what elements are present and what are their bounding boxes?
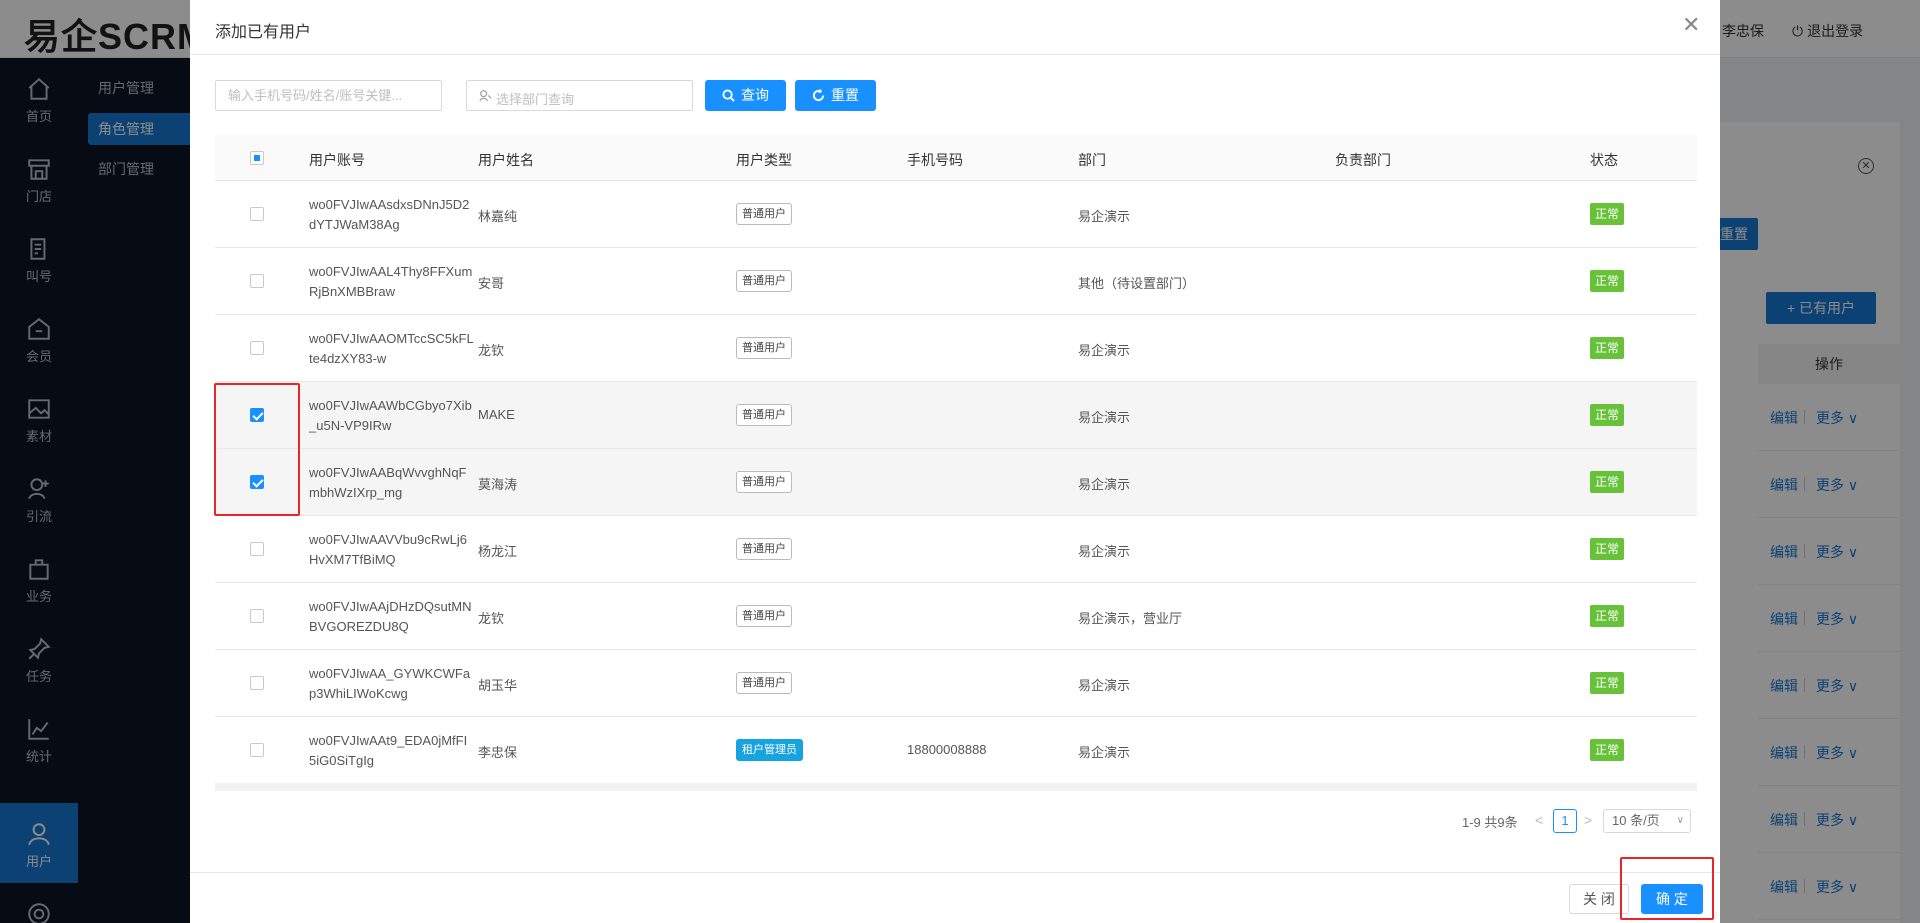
cell-department: 易企演示 xyxy=(1078,343,1131,358)
cell-name: 龙钦 xyxy=(478,343,505,358)
table-row[interactable]: wo0FVJIwAAL4Thy8FFXumRjBnXMBBraw 安哥 普通用户 其他… xyxy=(215,248,1697,315)
cell-department: 易企演示 xyxy=(1078,410,1131,425)
status-badge: 正常 xyxy=(1590,203,1625,225)
horizontal-scrollbar[interactable] xyxy=(215,783,1697,791)
status-badge: 正常 xyxy=(1590,739,1625,761)
page-size-value: 10 条/页 xyxy=(1612,813,1660,828)
cell-account: wo0FVJIwAAVVbu9cRwLj6HvXM7TfBiMQ xyxy=(309,532,467,567)
dialog-title: 添加已有用户 xyxy=(215,24,312,41)
pagination-next-button[interactable]: > xyxy=(1584,812,1592,828)
cell-department: 其他（待设置部门） xyxy=(1078,276,1196,291)
department-select-placeholder: 选择部门查询 xyxy=(496,92,575,107)
status-badge: 正常 xyxy=(1590,404,1625,426)
cell-account: wo0FVJIwAAL4Thy8FFXumRjBnXMBBraw xyxy=(309,264,473,299)
highlight-selected-checkboxes xyxy=(214,383,300,516)
column-header-phone: 手机号码 xyxy=(907,152,963,168)
cell-department: 易企演示 xyxy=(1078,745,1131,760)
table-row[interactable]: wo0FVJIwAA_GYWKCWFap3WhiLIWoKcwg 胡玉华 普通用户 易… xyxy=(215,650,1697,717)
user-type-tag: 普通用户 xyxy=(736,404,792,426)
cell-account: wo0FVJIwAAWbCGbyo7Xib_u5N-VP9IRw xyxy=(309,398,472,433)
cell-name: MAKE xyxy=(478,407,515,422)
pagination-page-1[interactable]: 1 xyxy=(1553,809,1577,833)
row-checkbox[interactable] xyxy=(250,341,264,355)
user-type-tag: 普通用户 xyxy=(736,605,792,627)
dialog-footer: 关 闭 确 定 xyxy=(190,872,1720,923)
cell-department: 易企演示 xyxy=(1078,209,1131,224)
add-existing-user-dialog: 添加已有用户 ✕ 选择部门查询 查询 重置 用户账号 用户姓名 用户类型 手机号… xyxy=(190,0,1720,923)
search-icon xyxy=(722,89,735,102)
column-header-department: 部门 xyxy=(1078,152,1106,168)
column-header-owned-department: 负责部门 xyxy=(1335,152,1391,168)
status-badge: 正常 xyxy=(1590,605,1625,627)
column-header-type: 用户类型 xyxy=(736,152,792,168)
table-row[interactable]: wo0FVJIwAAjDHzDQsutMNBVGOREZDU8Q 龙钦 普通用户 易企… xyxy=(215,583,1697,650)
column-header-status: 状态 xyxy=(1590,152,1618,168)
chevron-down-icon: ∨ xyxy=(1676,815,1684,826)
cell-department: 易企演示 xyxy=(1078,678,1131,693)
table-row[interactable]: wo0FVJIwAAt9_EDA0jMfFI5iG0SiTgIg 李忠保 租户管理员… xyxy=(215,717,1697,783)
status-badge: 正常 xyxy=(1590,471,1625,493)
user-type-tag: 普通用户 xyxy=(736,270,792,292)
cell-phone: 18800008888 xyxy=(907,742,987,757)
cell-name: 胡玉华 xyxy=(478,678,518,693)
user-table: 用户账号 用户姓名 用户类型 手机号码 部门 负责部门 状态 wo0FVJIwA… xyxy=(215,135,1697,783)
column-header-account: 用户账号 xyxy=(309,152,365,168)
cell-name: 杨龙江 xyxy=(478,544,518,559)
user-type-tag: 普通用户 xyxy=(736,672,792,694)
table-row[interactable]: wo0FVJIwAAOMTccSC5kFLte4dzXY83-w 龙钦 普通用户 易企… xyxy=(215,315,1697,382)
dialog-header: 添加已有用户 ✕ xyxy=(190,0,1720,55)
cell-name: 李忠保 xyxy=(478,745,518,760)
status-badge: 正常 xyxy=(1590,270,1625,292)
user-type-tag: 普通用户 xyxy=(736,538,792,560)
row-checkbox[interactable] xyxy=(250,542,264,556)
row-checkbox[interactable] xyxy=(250,676,264,690)
cell-name: 莫海涛 xyxy=(478,477,518,492)
row-checkbox[interactable] xyxy=(250,609,264,623)
department-icon xyxy=(479,90,492,102)
row-checkbox[interactable] xyxy=(250,743,264,757)
query-label: 查询 xyxy=(741,87,769,103)
row-checkbox[interactable] xyxy=(250,274,264,288)
status-badge: 正常 xyxy=(1590,337,1625,359)
query-button[interactable]: 查询 xyxy=(705,80,786,111)
cell-account: wo0FVJIwAA_GYWKCWFap3WhiLIWoKcwg xyxy=(309,666,471,701)
page-size-select[interactable]: 10 条/页 ∨ xyxy=(1603,809,1691,833)
table-row[interactable]: wo0FVJIwAAWbCGbyo7Xib_u5N-VP9IRw MAKE 普通用户… xyxy=(215,382,1697,449)
pagination-total: 1-9 共9条 xyxy=(1462,815,1518,830)
row-checkbox[interactable] xyxy=(250,207,264,221)
user-type-tag: 普通用户 xyxy=(736,337,792,359)
cell-department: 易企演示，营业厅 xyxy=(1078,611,1183,626)
reset-label: 重置 xyxy=(831,87,859,103)
table-row[interactable]: wo0FVJIwAAsdxsDNnJ5D2dYTJWaM38Ag 林嘉纯 普通用户 易… xyxy=(215,181,1697,248)
column-header-name: 用户姓名 xyxy=(478,152,534,168)
cell-account: wo0FVJIwAAjDHzDQsutMNBVGOREZDU8Q xyxy=(309,599,472,634)
user-type-tag: 租户管理员 xyxy=(736,739,803,761)
cell-name: 龙钦 xyxy=(478,611,505,626)
highlight-confirm-button xyxy=(1620,857,1714,920)
cell-account: wo0FVJIwAAsdxsDNnJ5D2dYTJWaM38Ag xyxy=(309,197,470,232)
close-icon[interactable]: ✕ xyxy=(1682,14,1700,36)
cell-department: 易企演示 xyxy=(1078,544,1131,559)
cell-name: 林嘉纯 xyxy=(478,209,518,224)
cell-account: wo0FVJIwAABqWvvghNqFmbhWzIXrp_mg xyxy=(309,465,467,500)
select-all-checkbox[interactable] xyxy=(250,151,264,165)
refresh-icon xyxy=(812,89,825,102)
table-row[interactable]: wo0FVJIwAAVVbu9cRwLj6HvXM7TfBiMQ 杨龙江 普通用户 易… xyxy=(215,516,1697,583)
user-type-tag: 普通用户 xyxy=(736,471,792,493)
cell-account: wo0FVJIwAAt9_EDA0jMfFI5iG0SiTgIg xyxy=(309,733,468,768)
table-row[interactable]: wo0FVJIwAABqWvvghNqFmbhWzIXrp_mg 莫海涛 普通用户 易… xyxy=(215,449,1697,516)
status-badge: 正常 xyxy=(1590,538,1625,560)
keyword-search-input[interactable] xyxy=(215,80,442,111)
cell-name: 安哥 xyxy=(478,276,505,291)
status-badge: 正常 xyxy=(1590,672,1625,694)
cell-department: 易企演示 xyxy=(1078,477,1131,492)
department-select[interactable]: 选择部门查询 xyxy=(466,80,693,111)
user-type-tag: 普通用户 xyxy=(736,203,792,225)
reset-button[interactable]: 重置 xyxy=(795,80,876,111)
table-header: 用户账号 用户姓名 用户类型 手机号码 部门 负责部门 状态 xyxy=(215,135,1697,181)
cell-account: wo0FVJIwAAOMTccSC5kFLte4dzXY83-w xyxy=(309,331,474,366)
pagination-prev-button[interactable]: < xyxy=(1535,812,1543,828)
